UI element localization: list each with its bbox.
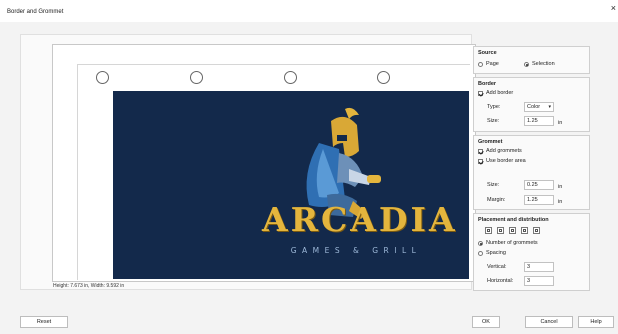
use-border-area-checkbox[interactable]: Use border area bbox=[478, 158, 526, 164]
add-border-label: Add border bbox=[486, 90, 514, 96]
source-page-label: Page bbox=[486, 61, 499, 67]
source-page-option[interactable]: Page bbox=[478, 61, 499, 67]
chevron-down-icon: ▾ bbox=[548, 104, 551, 110]
use-border-area-label: Use border area bbox=[486, 158, 526, 164]
radio-selected-icon[interactable] bbox=[478, 240, 483, 246]
border-type-value: Color bbox=[527, 104, 541, 110]
grommet-marker bbox=[190, 71, 203, 84]
title-bar: Border and Grommet × bbox=[0, 0, 618, 22]
cancel-button[interactable]: Cancel bbox=[525, 316, 573, 328]
grommet-margin-unit: in bbox=[558, 199, 563, 205]
radio-icon[interactable] bbox=[478, 61, 483, 67]
vertical-input[interactable]: 3 bbox=[524, 262, 554, 272]
border-type-dropdown[interactable]: Color ▾ bbox=[524, 102, 554, 112]
spacing-option[interactable]: Spacing bbox=[478, 250, 506, 256]
border-size-unit: in bbox=[558, 120, 563, 126]
grommet-marker bbox=[284, 71, 297, 84]
source-selection-option[interactable]: Selection bbox=[524, 61, 555, 67]
horizontal-input[interactable]: 3 bbox=[524, 276, 554, 286]
help-button[interactable]: Help bbox=[578, 316, 614, 328]
reset-button[interactable]: Reset bbox=[20, 316, 68, 328]
align-left-icon[interactable] bbox=[521, 227, 528, 234]
grommet-marker bbox=[96, 71, 109, 84]
grommet-size-label: Size: bbox=[487, 182, 500, 188]
logo-subtitle: GAMES & GRILL bbox=[290, 246, 422, 255]
source-selection-label: Selection bbox=[532, 61, 555, 67]
vertical-label: Vertical: bbox=[487, 264, 507, 270]
placement-title: Placement and distribution bbox=[478, 217, 549, 223]
border-type-label: Type: bbox=[487, 104, 501, 110]
radio-selected-icon[interactable] bbox=[524, 61, 529, 67]
add-grommets-checkbox[interactable]: Add grommets bbox=[478, 148, 522, 154]
grommet-panel: Grommet Add grommets Use border area Siz… bbox=[473, 135, 590, 210]
source-panel: Source Page Selection bbox=[473, 46, 590, 74]
horizontal-label: Horizontal: bbox=[487, 278, 514, 284]
grommet-margin-label: Margin: bbox=[487, 197, 506, 203]
close-icon[interactable]: × bbox=[611, 4, 616, 13]
border-guide-vertical bbox=[77, 64, 78, 280]
align-center-icon[interactable] bbox=[509, 227, 516, 234]
checkbox-checked-icon[interactable] bbox=[478, 158, 483, 164]
border-guide-horizontal bbox=[77, 64, 470, 65]
add-grommets-label: Add grommets bbox=[486, 148, 522, 154]
grommet-size-unit: in bbox=[558, 184, 563, 190]
grommet-marker bbox=[377, 71, 390, 84]
border-size-label: Size: bbox=[487, 118, 500, 124]
radio-icon[interactable] bbox=[478, 250, 483, 256]
logo-title: ARCADIA bbox=[262, 200, 458, 239]
dimensions-readout: Height: 7.673 in, Width: 9.592 in bbox=[53, 283, 125, 289]
source-title: Source bbox=[478, 50, 497, 56]
border-size-input[interactable]: 1.25 bbox=[524, 116, 554, 126]
grommet-title: Grommet bbox=[478, 139, 503, 145]
checkbox-checked-icon[interactable] bbox=[478, 90, 483, 96]
checkbox-checked-icon[interactable] bbox=[478, 148, 483, 154]
ok-button[interactable]: OK bbox=[472, 316, 500, 328]
grommet-size-input[interactable]: 0.25 bbox=[524, 180, 554, 190]
align-top-icon[interactable] bbox=[485, 227, 492, 234]
border-title: Border bbox=[478, 81, 497, 87]
number-of-grommets-label: Number of grommets bbox=[486, 240, 538, 246]
spacing-label: Spacing bbox=[486, 250, 506, 256]
placement-panel: Placement and distribution Number of gro… bbox=[473, 213, 590, 291]
align-right-icon[interactable] bbox=[533, 227, 540, 234]
add-border-checkbox[interactable]: Add border bbox=[478, 90, 513, 96]
number-of-grommets-option[interactable]: Number of grommets bbox=[478, 240, 538, 246]
align-bottom-icon[interactable] bbox=[497, 227, 504, 234]
window-title: Border and Grommet bbox=[7, 9, 64, 15]
grommet-margin-input[interactable]: 1.25 bbox=[524, 195, 554, 205]
border-panel: Border Add border Type: Color ▾ Size: 1.… bbox=[473, 77, 590, 132]
